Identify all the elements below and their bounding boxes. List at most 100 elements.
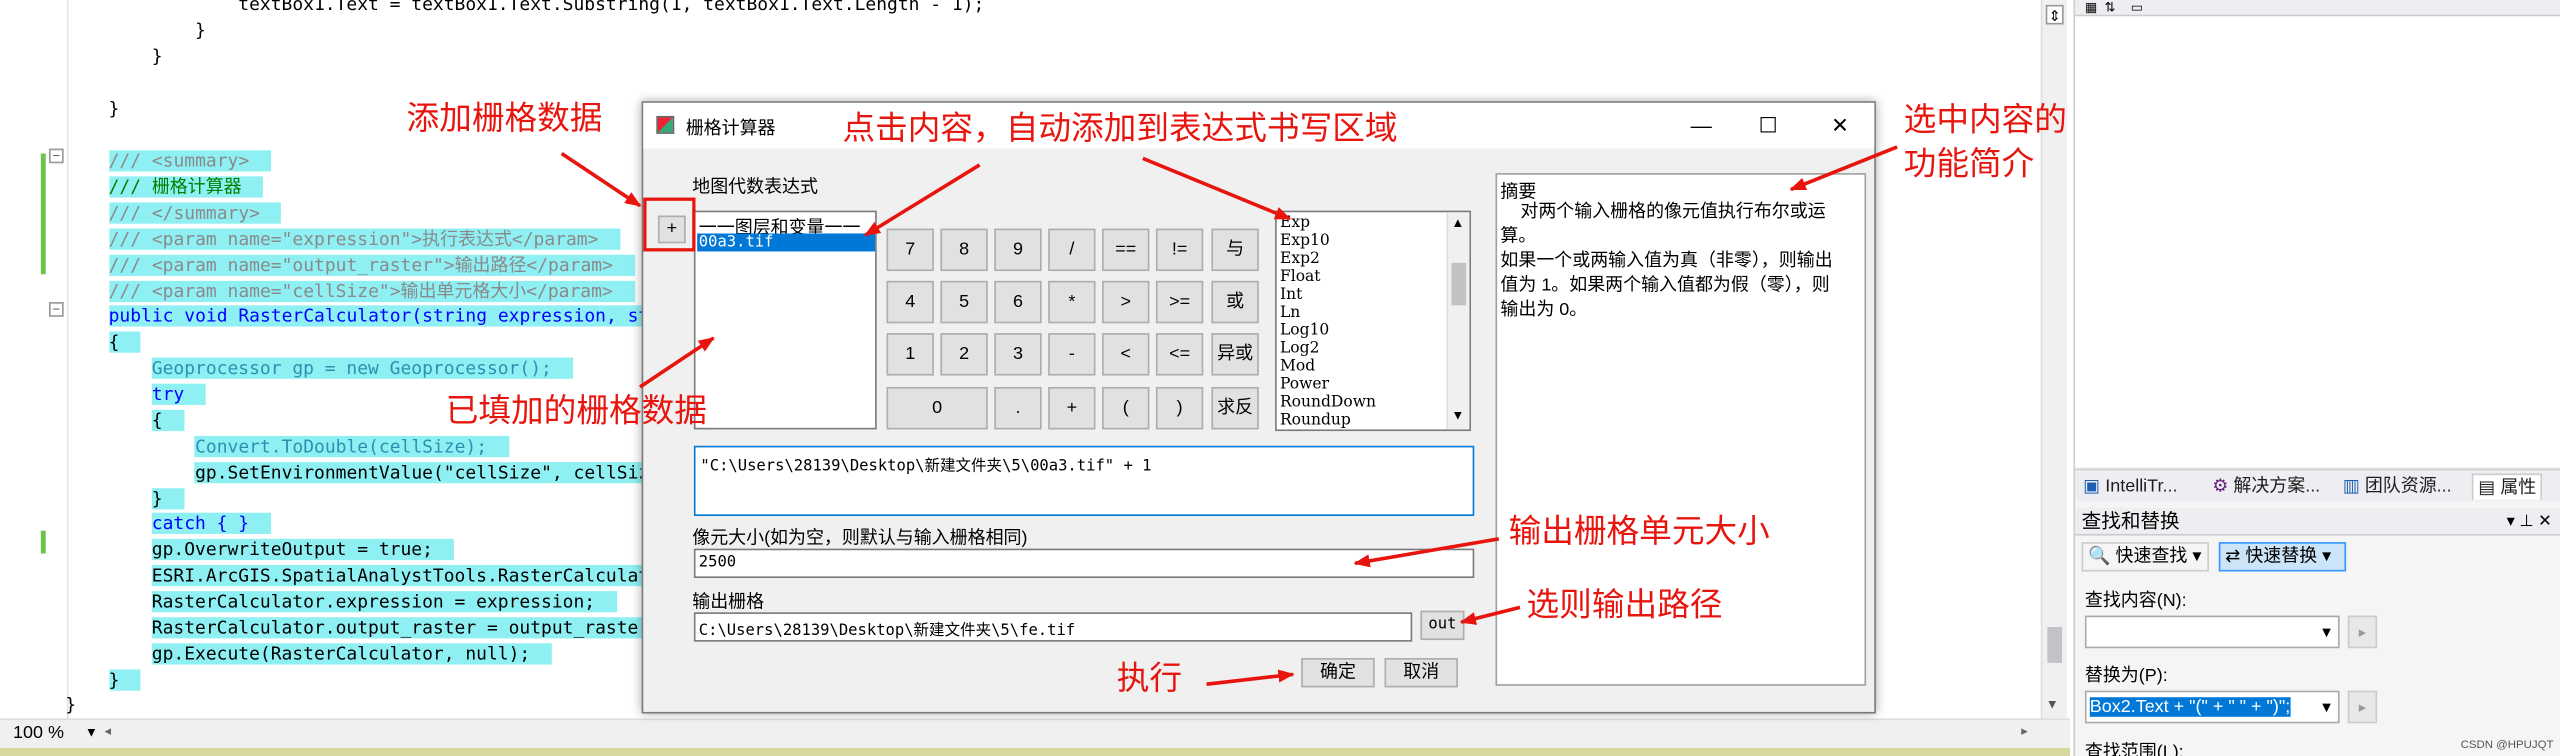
keypad-button[interactable]: ) [1155,386,1204,430]
code-line[interactable]: } [65,18,206,44]
output-raster-input[interactable]: C:\Users\28139\Desktop\新建文件夹\5\fe.tif [693,612,1413,642]
maximize-icon[interactable]: ☐ [1752,109,1785,142]
expression-input[interactable]: "C:\Users\28139\Desktop\新建文件夹\5\00a3.tif… [693,445,1475,516]
keypad-button[interactable]: 与 [1211,228,1259,272]
property-pages-icon[interactable]: ▭ [2131,0,2143,15]
function-item[interactable]: Exp2 [1280,250,1320,268]
code-line[interactable]: Geoprocessor gp = new Geoprocessor(); [65,356,574,382]
code-line[interactable]: /// 栅格计算器 [65,175,264,201]
keypad-button[interactable]: 6 [994,280,1042,324]
close-icon[interactable]: ✕ [1824,109,1857,142]
function-item[interactable]: Float [1280,268,1321,286]
tab-solution[interactable]: ⚙ 解决方案... [2212,474,2320,500]
keypad-button[interactable]: 3 [994,333,1042,376]
tab-properties[interactable]: ▤ 属性 [2471,473,2543,500]
zoom-dropdown-icon[interactable]: ▼ [85,725,98,740]
function-item[interactable]: Ln [1280,304,1300,322]
function-item[interactable]: Mod [1280,358,1315,376]
code-line[interactable]: ESRI.ArcGIS.SpatialAnalystTools.RasterCa… [65,563,671,589]
collapse-icon[interactable]: − [48,302,64,317]
replace-with-combo[interactable]: Box2.Text + "(" + " " + ")"; ▼ [2084,690,2340,724]
code-line[interactable]: { [65,330,142,356]
find-what-combo[interactable]: ▼ [2084,615,2340,649]
keypad-button[interactable]: / [1048,228,1096,272]
tab-intellitrace[interactable]: ▣ IntelliTr... [2083,474,2177,500]
collapse-icon[interactable]: − [48,148,64,164]
find-next-button[interactable]: ▸ [2347,615,2378,649]
keypad-button[interactable]: 0 [886,386,988,430]
code-line[interactable]: } [65,487,185,513]
keypad-button[interactable]: ( [1102,386,1150,430]
cancel-button[interactable]: 取消 [1384,658,1458,688]
keypad-button[interactable]: 5 [940,280,988,324]
cell-size-input[interactable]: 2500 [693,548,1475,579]
quick-find-button[interactable]: 🔍 快速查找 ▾ [2081,542,2209,572]
code-line[interactable]: /// <param name="cellSize">输出单元格大小</para… [65,279,635,305]
keypad-button[interactable]: != [1155,228,1204,272]
code-line[interactable]: /// <param name="expression">执行表达式</para… [65,227,621,253]
function-list[interactable]: Exp Exp10 Exp2 Float Int Ln Log10 Log2 Mod Power R… [1275,210,1472,432]
keypad-button[interactable]: 1 [886,333,934,376]
layer-list[interactable]: 一一图层和变量一一 00a3.tif [693,210,877,430]
quick-replace-button[interactable]: ⇄ 快速替换 ▾ [2218,542,2347,572]
ok-button[interactable]: 确定 [1301,658,1375,688]
code-line[interactable]: RasterCalculator.expression = expression… [65,589,617,615]
code-line[interactable]: } [65,692,76,718]
keypad-button[interactable]: 或 [1211,280,1259,324]
scroll-right-icon[interactable]: ▸ [2021,723,2028,738]
keypad-button[interactable]: 2 [940,333,988,376]
function-item[interactable]: Int [1280,286,1302,304]
code-line[interactable]: } [65,668,142,694]
scroll-thumb[interactable] [1451,262,1467,306]
keypad-button[interactable]: 8 [940,228,988,272]
keypad-button[interactable]: >= [1155,280,1204,324]
out-button[interactable]: out [1420,610,1465,641]
keypad-button[interactable]: - [1048,333,1096,376]
keypad-button[interactable]: + [1048,386,1096,430]
keypad-button[interactable]: 7 [886,228,934,272]
chevron-down-icon[interactable]: ▼ [2315,692,2338,721]
scroll-down-icon[interactable]: ▼ [1451,408,1464,423]
keypad-button[interactable]: . [994,386,1042,430]
sort-icon[interactable]: ⇅ [2104,0,2115,15]
chevron-down-icon[interactable]: ▼ [2315,617,2338,646]
function-item[interactable]: Log10 [1280,322,1329,340]
function-item[interactable]: RoundDown [1280,394,1376,412]
code-line[interactable]: gp.SetEnvironmentValue("cellSize", cellS… [65,460,671,486]
keypad-button[interactable]: 求反 [1211,386,1259,430]
code-line[interactable]: textBox1.Text = textBox1.Text.Substring(… [65,0,984,18]
keypad-button[interactable]: == [1102,228,1150,272]
keypad-button[interactable]: * [1048,280,1096,324]
zoom-level[interactable]: 100 % [13,723,64,743]
function-item[interactable]: Exp10 [1280,232,1330,250]
code-line[interactable]: /// </summary> [65,201,282,227]
minimize-icon[interactable]: — [1685,109,1718,142]
code-line[interactable]: } [65,44,163,70]
keypad-button[interactable]: < [1102,333,1150,376]
code-line[interactable]: catch { } [65,511,271,537]
categorized-icon[interactable]: ▦ [2085,0,2097,15]
keypad-button[interactable]: 4 [886,280,934,324]
split-icon[interactable]: ⇕ [2045,4,2064,24]
keypad-button[interactable]: 异或 [1211,333,1259,376]
scroll-down-icon[interactable]: ▼ [2046,697,2059,712]
scroll-up-icon[interactable]: ▲ [1451,216,1464,231]
code-line[interactable]: RasterCalculator.output_raster = output_… [65,616,671,642]
layer-item-selected[interactable]: 00a3.tif [697,233,876,252]
code-line[interactable]: public void RasterCalculator(string expr… [65,304,671,330]
keypad-button[interactable]: 9 [994,228,1042,272]
keypad-button[interactable]: <= [1155,333,1204,376]
window-controls[interactable]: ▾ ⊥ ✕ [2507,508,2552,536]
code-line[interactable]: } [65,96,120,122]
keypad-button[interactable]: > [1102,280,1150,324]
code-line[interactable]: try [65,382,206,408]
code-line[interactable]: { [65,408,185,434]
code-line[interactable]: /// <summary> [65,149,271,175]
function-item[interactable]: Power [1280,376,1329,394]
scroll-left-icon[interactable]: ◂ [104,723,111,738]
code-line[interactable]: gp.OverwriteOutput = true; [65,537,455,563]
function-item[interactable]: Roundup [1280,411,1351,429]
function-scrollbar[interactable]: ▲ ▼ [1446,212,1470,430]
tab-team-explorer[interactable]: ▥ 团队资源... [2343,474,2452,500]
replace-next-button[interactable]: ▸ [2347,690,2378,724]
